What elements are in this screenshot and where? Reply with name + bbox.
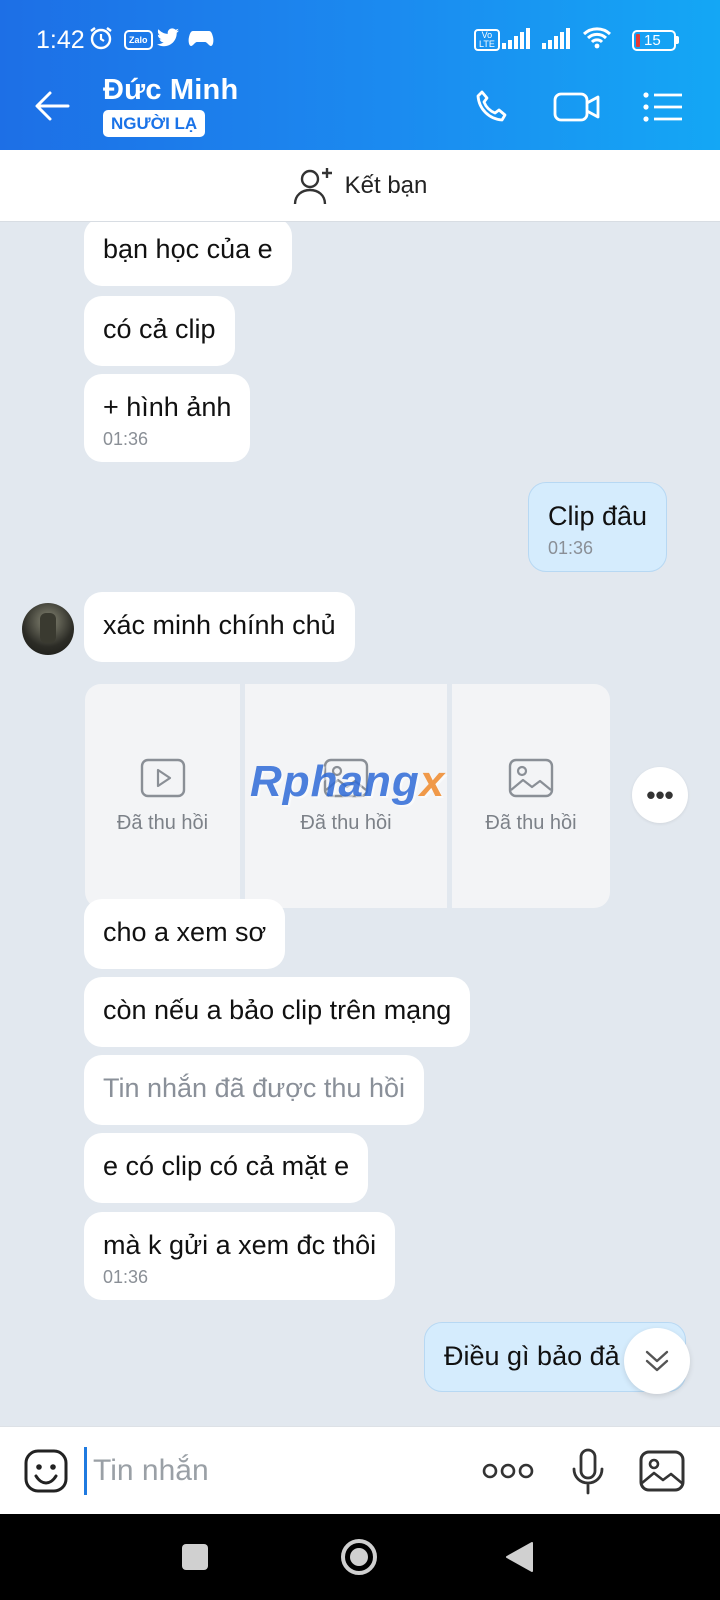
more-options-button[interactable]: ••• bbox=[632, 767, 688, 823]
list-menu-icon bbox=[643, 92, 682, 122]
battery-icon: 15 bbox=[632, 30, 676, 51]
gallery-icon bbox=[639, 1450, 685, 1492]
message-bubble[interactable]: + hình ảnh 01:36 bbox=[84, 374, 251, 462]
message-input[interactable] bbox=[84, 1447, 464, 1495]
scroll-to-bottom-button[interactable] bbox=[624, 1328, 690, 1394]
message-text: + hình ảnh bbox=[103, 392, 232, 422]
more-actions-button[interactable] bbox=[482, 1445, 534, 1497]
media-recalled-label: Đã thu hồi bbox=[116, 811, 209, 834]
alarm-icon bbox=[88, 26, 114, 50]
add-user-icon bbox=[293, 167, 332, 204]
message-text: bạn học của e bbox=[103, 234, 273, 264]
message-text: có cả clip bbox=[103, 314, 216, 344]
status-bar: 1:42 Zalo Vo LTE 15 bbox=[0, 0, 720, 62]
message-compose-bar bbox=[0, 1426, 720, 1514]
signal-1-icon bbox=[502, 26, 534, 50]
header-bar: 1:42 Zalo Vo LTE 15 Đức Minh NGƯỜI LẠ bbox=[0, 0, 720, 150]
phone-icon bbox=[476, 90, 507, 122]
media-recalled-label: Đã thu hồi bbox=[485, 811, 577, 834]
watermark-suffix: x bbox=[419, 757, 446, 806]
zalo-notification-icon: Zalo bbox=[124, 30, 153, 50]
triangle-back-icon bbox=[506, 1542, 533, 1572]
recalled-media-item[interactable]: Đã thu hồi bbox=[452, 684, 610, 908]
message-bubble[interactable]: còn nếu a bảo clip trên mạng bbox=[84, 977, 471, 1047]
battery-level-fill bbox=[636, 34, 640, 47]
watermark-main: Rphang bbox=[250, 757, 420, 806]
voice-message-button[interactable] bbox=[562, 1445, 614, 1497]
arrow-left-icon bbox=[35, 91, 70, 121]
system-nav-bar bbox=[0, 1514, 720, 1600]
message-bubble[interactable]: e có clip có cả mặt e bbox=[84, 1133, 369, 1203]
chat-menu-button[interactable] bbox=[638, 82, 688, 132]
video-camera-icon bbox=[553, 92, 600, 122]
smiley-face-icon bbox=[24, 1449, 68, 1493]
message-text: Clip đâu bbox=[548, 501, 648, 531]
add-friend-button[interactable]: Kết bạn bbox=[0, 150, 720, 222]
message-text: e có clip có cả mặt e bbox=[103, 1151, 350, 1181]
message-text: xác minh chính chủ bbox=[103, 610, 336, 640]
message-bubble[interactable]: cho a xem sơ bbox=[84, 899, 286, 969]
message-bubble[interactable]: có cả clip bbox=[84, 296, 235, 366]
home-circle-icon bbox=[341, 1539, 377, 1575]
send-image-button[interactable] bbox=[636, 1445, 688, 1497]
volte-icon: Vo LTE bbox=[474, 29, 500, 51]
status-time: 1:42 bbox=[36, 26, 85, 54]
game-controller-icon bbox=[188, 26, 214, 50]
message-bubble-recalled[interactable]: Tin nhắn đã được thu hồi bbox=[84, 1055, 424, 1125]
message-bubble[interactable]: mà k gửi a xem đc thôi 01:36 bbox=[84, 1212, 396, 1300]
contact-name[interactable]: Đức Minh bbox=[103, 74, 238, 107]
battery-nub bbox=[676, 36, 679, 44]
stranger-badge: NGƯỜI LẠ bbox=[103, 110, 206, 137]
media-recalled-label: Đã thu hồi bbox=[300, 811, 392, 834]
image-icon bbox=[508, 758, 554, 797]
signal-2-icon bbox=[542, 26, 574, 50]
add-friend-label: Kết bạn bbox=[344, 171, 428, 199]
watermark-logo: Rphangx bbox=[250, 757, 445, 807]
home-button[interactable] bbox=[336, 1534, 382, 1580]
voice-call-button[interactable] bbox=[466, 82, 516, 132]
chat-area[interactable]: bạn học của e có cả clip + hình ảnh 01:3… bbox=[0, 222, 720, 1426]
message-time: 01:36 bbox=[103, 429, 149, 449]
square-icon bbox=[182, 1544, 208, 1570]
message-bubble-outgoing[interactable]: Clip đâu 01:36 bbox=[528, 482, 668, 572]
message-text: mà k gửi a xem đc thôi bbox=[103, 1230, 377, 1260]
message-text: cho a xem sơ bbox=[103, 917, 267, 947]
video-call-button[interactable] bbox=[552, 82, 602, 132]
message-time: 01:36 bbox=[548, 538, 594, 558]
message-bubble[interactable]: bạn học của e bbox=[84, 222, 292, 286]
sender-avatar[interactable] bbox=[22, 603, 74, 655]
message-time: 01:36 bbox=[103, 1267, 149, 1287]
back-nav-button[interactable] bbox=[496, 1534, 542, 1580]
message-text: Tin nhắn đã được thu hồi bbox=[103, 1073, 405, 1103]
battery-level: 15 bbox=[644, 32, 661, 49]
three-dots-icon bbox=[482, 1463, 534, 1479]
message-text: còn nếu a bảo clip trên mạng bbox=[103, 995, 452, 1025]
wifi-icon bbox=[582, 26, 612, 50]
video-icon bbox=[140, 758, 185, 797]
twitter-icon bbox=[156, 26, 180, 50]
back-button[interactable] bbox=[30, 84, 74, 128]
double-chevron-down-icon bbox=[645, 1350, 669, 1372]
microphone-icon bbox=[572, 1448, 604, 1495]
recent-apps-button[interactable] bbox=[172, 1534, 218, 1580]
message-bubble[interactable]: xác minh chính chủ bbox=[84, 592, 355, 662]
recalled-media-item[interactable]: Đã thu hồi bbox=[85, 684, 240, 908]
sticker-button[interactable] bbox=[20, 1445, 72, 1497]
